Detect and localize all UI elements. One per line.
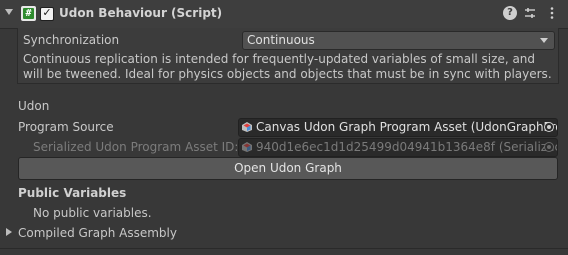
object-picker-icon: [544, 142, 554, 152]
serialized-asset-value: 940d1e6ec1d1d25499d04941b1364e8f (Serial…: [256, 140, 558, 154]
component-header[interactable]: # ✓ Udon Behaviour (Script) ?: [0, 0, 568, 29]
compiled-graph-assembly-foldout[interactable]: Compiled Graph Assembly: [18, 226, 177, 240]
public-variables-empty-text: No public variables.: [33, 206, 152, 220]
program-source-field[interactable]: Canvas Udon Graph Program Asset (UdonGra…: [238, 118, 558, 137]
presets-icon[interactable]: [523, 6, 537, 20]
foldout-arrow-icon[interactable]: [5, 9, 13, 15]
open-udon-graph-button[interactable]: Open Udon Graph: [18, 157, 558, 180]
component-title: Udon Behaviour (Script): [59, 6, 223, 20]
synchronization-value: Continuous: [247, 33, 315, 47]
program-source-value: Canvas Udon Graph Program Asset (UdonGra…: [256, 120, 558, 134]
udon-asset-icon: [242, 122, 252, 132]
serialized-asset-field: 940d1e6ec1d1d25499d04941b1364e8f (Serial…: [238, 138, 558, 157]
synchronization-description: Continuous replication is intended for f…: [23, 52, 552, 81]
csharp-script-icon: #: [21, 6, 36, 21]
kebab-menu-icon[interactable]: [545, 6, 559, 20]
component-enabled-checkbox[interactable]: ✓: [40, 6, 54, 21]
udon-section-label: Udon: [18, 99, 50, 113]
program-source-label: Program Source: [18, 120, 114, 134]
udon-asset-icon: [242, 142, 252, 152]
serialized-asset-label: Serialized Udon Program Asset ID:: [33, 140, 239, 154]
help-icon[interactable]: ?: [503, 6, 517, 20]
public-variables-header: Public Variables: [18, 186, 127, 200]
synchronization-label: Synchronization: [23, 33, 120, 47]
chevron-right-icon[interactable]: [6, 228, 12, 236]
synchronization-dropdown[interactable]: Continuous: [242, 31, 555, 50]
udon-behaviour-inspector: # ✓ Udon Behaviour (Script) ? Synchroniz…: [0, 0, 568, 255]
object-picker-icon[interactable]: [544, 122, 554, 132]
chevron-down-icon: [540, 38, 548, 43]
divider: [0, 248, 568, 249]
